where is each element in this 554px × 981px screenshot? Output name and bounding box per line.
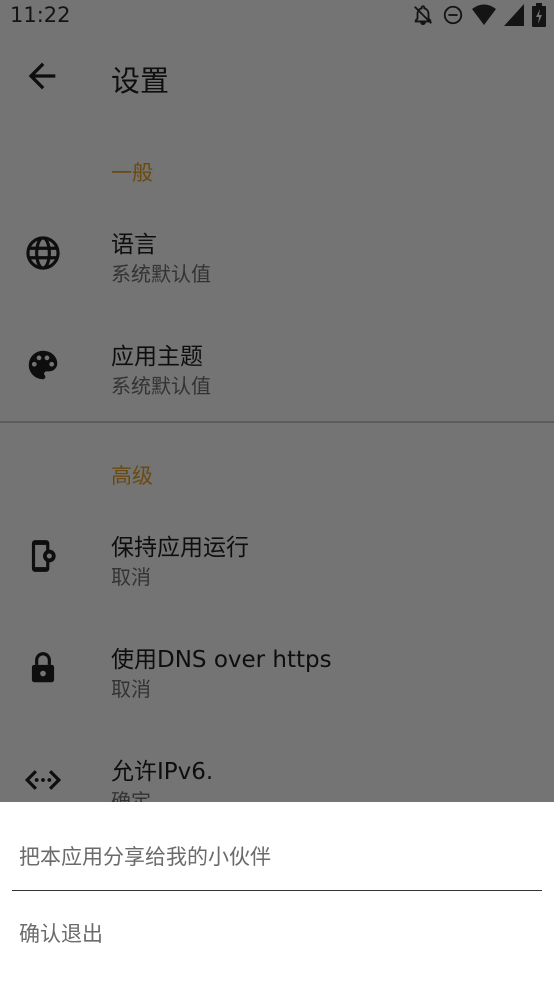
bottom-sheet: 把本应用分享给我的小伙伴 确认退出 — [0, 802, 554, 981]
cell-signal-icon — [504, 4, 524, 26]
do-not-disturb-icon — [443, 5, 463, 25]
status-bar: 11:22 — [0, 0, 554, 30]
section-header-general: 一般 — [111, 161, 153, 185]
confirm-exit-item[interactable]: 确认退出 — [19, 918, 103, 948]
section-header-advanced: 高级 — [111, 464, 153, 488]
setting-keep-running-title: 保持应用运行 — [111, 535, 249, 561]
status-time: 11:22 — [10, 3, 71, 27]
share-app-item[interactable]: 把本应用分享给我的小伙伴 — [19, 841, 271, 871]
notifications-off-icon — [414, 5, 432, 26]
phone-settings-icon — [31, 540, 56, 572]
palette-icon — [28, 350, 58, 380]
setting-language-value: 系统默认值 — [111, 262, 211, 286]
wifi-icon — [472, 4, 496, 25]
setting-dns-https-title: 使用DNS over https — [111, 647, 332, 673]
setting-dns-https[interactable]: 使用DNS over https 取消 — [0, 637, 554, 721]
setting-ipv6[interactable]: 允许IPv6. 确定 — [0, 749, 554, 802]
setting-keep-running-value: 取消 — [111, 565, 151, 589]
lock-icon — [31, 652, 55, 683]
battery-charging-icon — [532, 3, 546, 27]
setting-language[interactable]: 语言 系统默认值 — [0, 222, 554, 306]
setting-language-title: 语言 — [111, 232, 157, 258]
settings-ethernet-icon — [24, 770, 62, 790]
setting-keep-running[interactable]: 保持应用运行 取消 — [0, 525, 554, 609]
section-divider — [0, 421, 554, 423]
setting-theme-value: 系统默认值 — [111, 374, 211, 398]
back-button[interactable] — [22, 56, 62, 96]
page-title: 设置 — [111, 64, 170, 98]
arrow-back-icon — [28, 62, 56, 90]
globe-icon — [26, 236, 60, 270]
sheet-divider — [12, 890, 542, 891]
setting-ipv6-title: 允许IPv6. — [111, 759, 214, 785]
setting-theme[interactable]: 应用主题 系统默认值 — [0, 334, 554, 418]
setting-ipv6-value: 确定 — [111, 789, 151, 802]
setting-theme-title: 应用主题 — [111, 344, 203, 370]
setting-dns-https-value: 取消 — [111, 677, 151, 701]
app-bar: 设置 — [0, 44, 554, 108]
status-icons — [412, 3, 546, 27]
